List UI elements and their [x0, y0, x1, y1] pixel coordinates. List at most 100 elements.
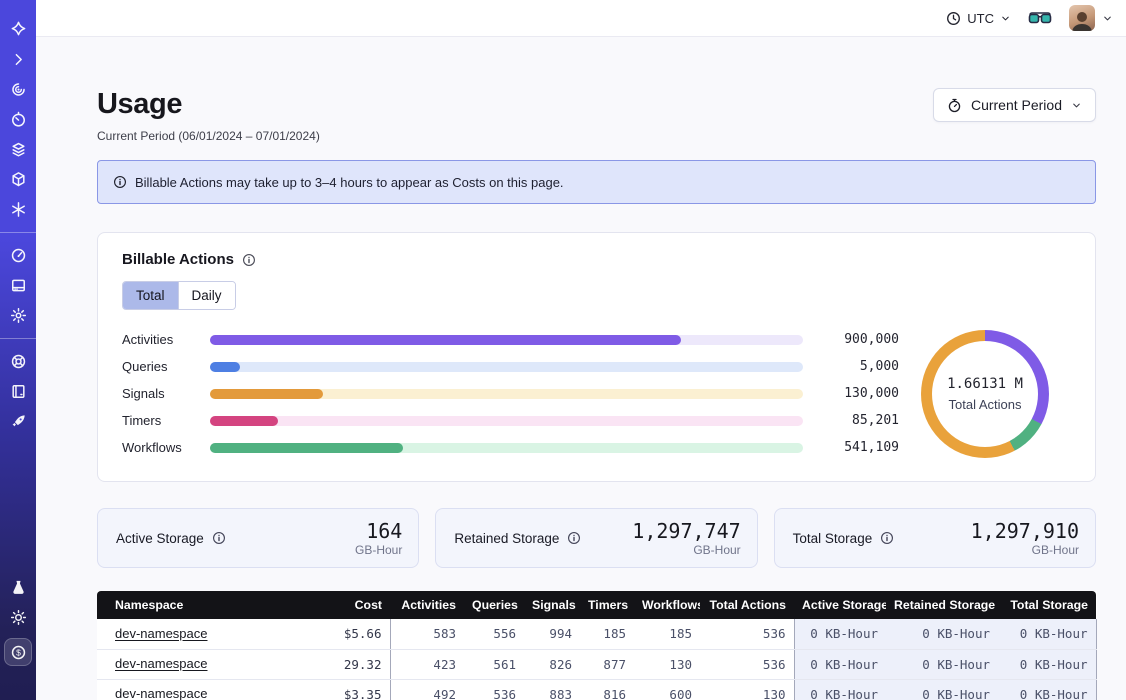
- info-icon[interactable]: [212, 531, 226, 545]
- bar-value: 85,201: [803, 413, 899, 428]
- tab-total[interactable]: Total: [123, 282, 178, 309]
- timer-icon[interactable]: [9, 110, 27, 128]
- flask-icon[interactable]: [9, 578, 27, 596]
- bar-label: Queries: [122, 359, 210, 374]
- gauge-icon[interactable]: [9, 246, 27, 264]
- bar-value: 541,109: [803, 440, 899, 455]
- glasses-icon[interactable]: [1028, 10, 1052, 26]
- billable-actions-title: Billable Actions: [122, 251, 234, 268]
- bar-fill: [210, 416, 278, 426]
- layers-icon[interactable]: [9, 140, 27, 158]
- table-cell: 0 KB-Hour: [886, 679, 998, 700]
- storage-card-unit: GB-Hour: [355, 543, 402, 557]
- billable-bars-chart: Activities900,000Queries5,000Signals130,…: [122, 326, 899, 461]
- storage-card-unit: GB-Hour: [971, 543, 1079, 557]
- clock-icon: [946, 11, 961, 26]
- timezone-label: UTC: [967, 11, 994, 26]
- storage-card-value: 1,297,747: [632, 520, 740, 543]
- table-cell: $5.66: [302, 619, 390, 649]
- info-icon: [113, 175, 127, 189]
- info-icon[interactable]: [242, 253, 256, 267]
- asterisk-icon[interactable]: [9, 200, 27, 218]
- storage-card-label: Retained Storage: [454, 531, 581, 546]
- storage-card-value: 1,297,910: [971, 520, 1079, 543]
- bar-fill: [210, 362, 240, 372]
- sun-icon[interactable]: [9, 608, 27, 626]
- storage-card-label: Total Storage: [793, 531, 895, 546]
- cube-icon[interactable]: [9, 170, 27, 188]
- namespace-usage-table: NamespaceCostActivitiesQueriesSignalsTim…: [97, 591, 1097, 700]
- bar-value: 900,000: [803, 332, 899, 347]
- table-cell: 536: [464, 679, 524, 700]
- timezone-selector[interactable]: UTC: [946, 11, 1011, 26]
- namespace-link[interactable]: dev-namespace: [115, 626, 208, 641]
- column-header-activities: Activities: [390, 591, 464, 619]
- storage-card-unit: GB-Hour: [632, 543, 740, 557]
- window-icon[interactable]: [9, 276, 27, 294]
- table-row: dev-namespace29.324235618268771305360 KB…: [97, 649, 1096, 679]
- table-cell: 0 KB-Hour: [794, 649, 886, 679]
- book-icon[interactable]: [9, 382, 27, 400]
- swirl-icon[interactable]: [9, 80, 27, 98]
- topbar: UTC: [36, 0, 1126, 37]
- namespace-link[interactable]: dev-namespace: [115, 686, 208, 700]
- table-cell: dev-namespace: [97, 679, 302, 700]
- table-cell: 536: [700, 649, 794, 679]
- donut-chart-area: 1.66131 M Total Actions: [899, 330, 1071, 458]
- table-cell: 492: [390, 679, 464, 700]
- tab-daily[interactable]: Daily: [178, 282, 235, 309]
- table-cell: 0 KB-Hour: [998, 679, 1096, 700]
- table-cell: 185: [580, 619, 634, 649]
- page-header: Usage Current Period (06/01/2024 – 07/01…: [97, 88, 1096, 143]
- column-header-total-storage: Total Storage: [998, 591, 1096, 619]
- column-header-namespace: Namespace: [97, 591, 302, 619]
- rocket-icon[interactable]: [9, 412, 27, 430]
- user-menu[interactable]: [1069, 5, 1113, 31]
- table-cell: 0 KB-Hour: [998, 649, 1096, 679]
- bar-fill: [210, 443, 403, 453]
- column-header-signals: Signals: [524, 591, 580, 619]
- storage-card-total-storage: Total Storage 1,297,910GB-Hour: [774, 508, 1096, 568]
- bar-label: Signals: [122, 386, 210, 401]
- table-header-row: NamespaceCostActivitiesQueriesSignalsTim…: [97, 591, 1096, 619]
- namespace-usage-table-wrap: NamespaceCostActivitiesQueriesSignalsTim…: [97, 591, 1096, 700]
- usage-page: Usage Current Period (06/01/2024 – 07/01…: [36, 37, 1126, 700]
- chevron-right-icon[interactable]: [9, 50, 27, 68]
- namespace-link[interactable]: dev-namespace: [115, 656, 208, 671]
- table-cell: 0 KB-Hour: [794, 679, 886, 700]
- storage-cards-row: Active Storage164GB-HourRetained Storage…: [97, 508, 1096, 568]
- lifebuoy-icon[interactable]: [9, 352, 27, 370]
- total-daily-tabs: TotalDaily: [122, 281, 236, 310]
- storage-card-value: 164: [355, 520, 402, 543]
- table-cell: 883: [524, 679, 580, 700]
- bar-track: [210, 335, 803, 345]
- chevron-down-icon: [1071, 100, 1082, 111]
- storage-card-retained-storage: Retained Storage 1,297,747GB-Hour: [435, 508, 757, 568]
- period-selector-button[interactable]: Current Period: [933, 88, 1096, 122]
- stopwatch-icon: [947, 98, 962, 113]
- table-cell: dev-namespace: [97, 649, 302, 679]
- bar-track: [210, 389, 803, 399]
- table-cell: 877: [580, 649, 634, 679]
- table-cell: 0 KB-Hour: [794, 619, 886, 649]
- bar-row-workflows: Workflows 541,109: [122, 434, 899, 461]
- chevron-down-icon: [1102, 13, 1113, 24]
- column-header-total-actions: Total Actions: [700, 591, 794, 619]
- period-selector-label: Current Period: [971, 97, 1062, 113]
- dollar-icon[interactable]: $: [4, 638, 32, 666]
- bar-label: Workflows: [122, 440, 210, 455]
- table-cell: 536: [700, 619, 794, 649]
- bar-track: [210, 362, 803, 372]
- table-cell: 130: [700, 679, 794, 700]
- table-cell: 130: [634, 649, 700, 679]
- temporal-logo-icon[interactable]: [9, 20, 27, 38]
- info-icon[interactable]: [567, 531, 581, 545]
- bar-label: Activities: [122, 332, 210, 347]
- table-cell: 600: [634, 679, 700, 700]
- column-header-queries: Queries: [464, 591, 524, 619]
- page-subtitle: Current Period (06/01/2024 – 07/01/2024): [97, 129, 320, 143]
- total-actions-donut: 1.66131 M Total Actions: [921, 330, 1049, 458]
- gear-icon[interactable]: [9, 306, 27, 324]
- info-icon[interactable]: [880, 531, 894, 545]
- column-header-active-storage: Active Storage: [794, 591, 886, 619]
